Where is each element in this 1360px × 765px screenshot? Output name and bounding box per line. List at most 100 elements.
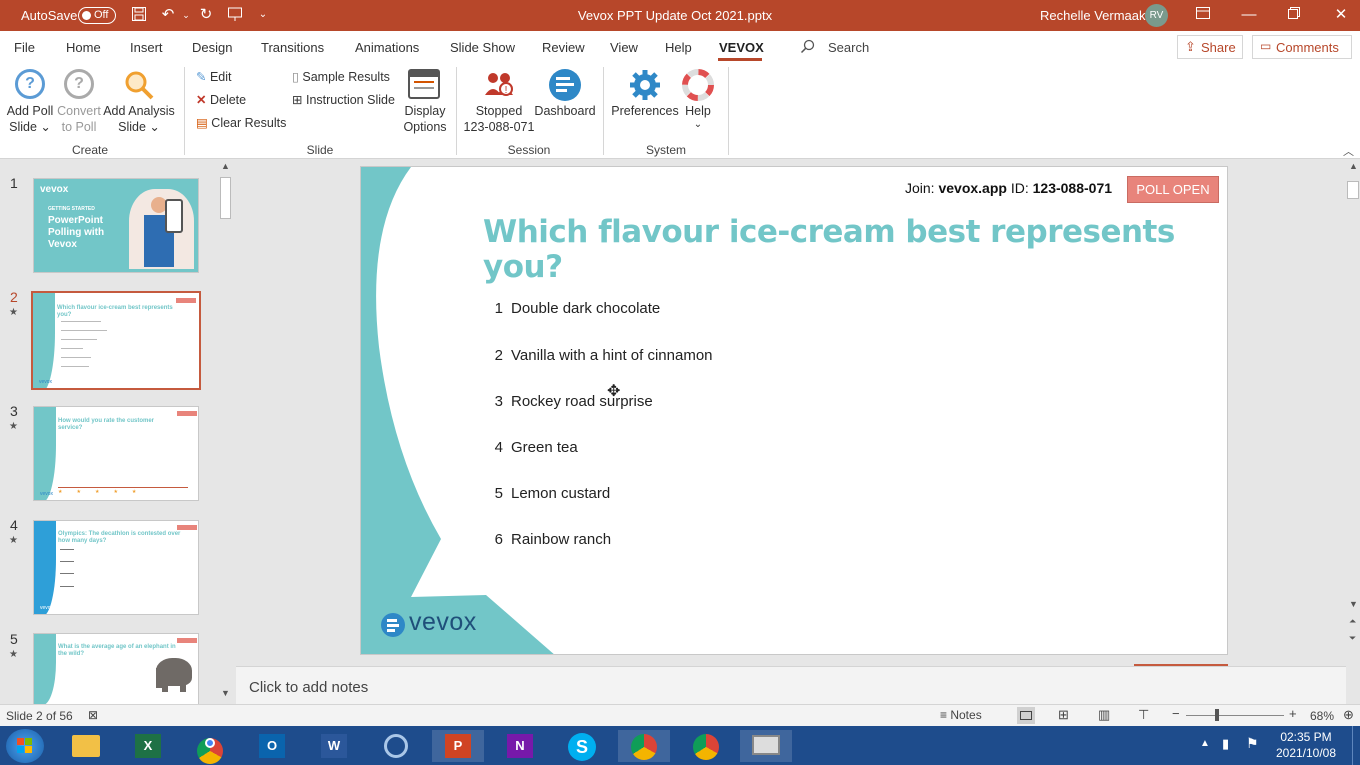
answer-text: Rockey road surprise xyxy=(511,393,653,410)
slide-thumbnail-2[interactable]: Which flavour ice-cream best represents … xyxy=(31,291,201,390)
help-button[interactable]: Help ⌄ xyxy=(678,67,718,139)
close-icon[interactable]: ✕ xyxy=(1332,6,1350,24)
delete-button[interactable]: ✕ Delete xyxy=(196,92,246,107)
slide-thumbnail-3[interactable]: How would you rate the customer service?… xyxy=(33,406,199,501)
scroll-up-icon[interactable]: ▲ xyxy=(1349,161,1358,171)
tab-review[interactable]: Review xyxy=(542,40,585,55)
search-icon[interactable] xyxy=(800,39,816,55)
reading-view-icon[interactable]: ▥ xyxy=(1098,707,1110,723)
vevox-logo-text: vevox xyxy=(409,608,477,636)
zoom-in-icon[interactable]: + xyxy=(1289,706,1297,721)
slide-thumbnail-1[interactable]: vevox GETTING STARTED PowerPoint Polling… xyxy=(33,178,199,273)
zoom-level[interactable]: 68% xyxy=(1310,709,1334,723)
tab-vevox[interactable]: VEVOX xyxy=(719,40,764,55)
start-button[interactable] xyxy=(6,729,44,763)
collapse-ribbon-icon[interactable]: ︿ xyxy=(1343,143,1354,159)
slide-thumbnail-5[interactable]: What is the average age of an elephant i… xyxy=(33,633,199,704)
excel-icon[interactable]: X xyxy=(122,730,174,762)
editor-scrollbar[interactable]: ▲ ▼ ⏶ ⏷ xyxy=(1346,161,1360,649)
minimize-icon[interactable]: — xyxy=(1240,6,1258,24)
show-hidden-icons[interactable]: ▲ xyxy=(1200,738,1210,749)
scrollbar-thumb[interactable] xyxy=(220,177,231,219)
search-box[interactable]: Search xyxy=(828,40,869,55)
avatar[interactable]: RV xyxy=(1145,4,1168,27)
accessibility-icon[interactable]: ⊠ xyxy=(88,708,98,722)
chrome-profile-icon[interactable] xyxy=(618,730,670,762)
word-icon[interactable]: W xyxy=(308,730,360,762)
display-options-button[interactable]: Display Options xyxy=(398,67,452,139)
convert-to-poll-button: ? Convert to Poll xyxy=(56,67,102,139)
slide-number: 1 xyxy=(10,175,18,191)
tab-insert[interactable]: Insert xyxy=(130,40,163,55)
outlook-icon[interactable]: O xyxy=(246,730,298,762)
add-poll-slide-button[interactable]: ? Add Poll Slide ⌄ xyxy=(4,67,56,139)
onenote-icon[interactable]: N xyxy=(494,730,546,762)
answer-text: Vanilla with a hint of cinnamon xyxy=(511,347,713,364)
ribbon-display-options-icon[interactable] xyxy=(1194,6,1212,24)
scroll-down-icon[interactable]: ▼ xyxy=(221,688,230,698)
slide-canvas[interactable]: Join: vevox.app ID: 123-088-071 POLL OPE… xyxy=(360,166,1228,655)
action-center-flag-icon[interactable]: ⚑ xyxy=(1246,735,1259,752)
title-bar: AutoSave Off ↶ ⌄ ↻ ⌄ Vevox PPT Update Oc… xyxy=(0,0,1360,31)
preferences-button[interactable]: Preferences xyxy=(610,67,680,139)
clear-results-button[interactable]: ▤ Clear Results xyxy=(196,115,286,130)
tab-design[interactable]: Design xyxy=(192,40,232,55)
powerpoint-icon[interactable]: P xyxy=(432,730,484,762)
display-options-icon xyxy=(408,69,440,99)
slideshow-view-icon[interactable]: ⊤ xyxy=(1138,707,1149,723)
skype-icon[interactable]: S xyxy=(556,730,608,762)
sample-results-button[interactable]: ▯ Sample Results xyxy=(292,69,390,84)
zoom-out-icon[interactable]: − xyxy=(1172,706,1180,721)
clock-time[interactable]: 02:35 PM xyxy=(1270,730,1342,744)
tab-transitions[interactable]: Transitions xyxy=(261,40,324,55)
share-button[interactable]: ⇪ Share xyxy=(1177,35,1243,59)
zoom-slider[interactable] xyxy=(1186,715,1284,716)
previous-slide-icon[interactable]: ⏶ xyxy=(1349,616,1356,627)
notes-pane[interactable]: Click to add notes xyxy=(236,666,1346,704)
scrollbar-thumb[interactable] xyxy=(1347,181,1359,199)
instruction-slide-button[interactable]: ⊞ Instruction Slide xyxy=(292,92,395,107)
answer-text: Green tea xyxy=(511,439,578,456)
thumb-logo: vevox xyxy=(39,379,53,385)
question-title: Which flavour ice-cream best represents … xyxy=(483,214,1175,285)
tab-view[interactable]: View xyxy=(610,40,638,55)
tab-file[interactable]: File xyxy=(14,40,35,55)
id-label: ID: xyxy=(1010,180,1029,196)
restore-icon[interactable] xyxy=(1285,6,1303,24)
normal-view-icon[interactable] xyxy=(1017,707,1035,724)
session-stopped-button[interactable]: ! Stopped 123-088-071 xyxy=(462,67,536,139)
slide-number: 2 xyxy=(10,289,18,305)
thumbnail-scrollbar[interactable]: ▲ ▼ xyxy=(218,161,233,702)
scroll-up-icon[interactable]: ▲ xyxy=(221,161,230,171)
slide-thumbnail-4[interactable]: Olympics: The decathlon is contested ove… xyxy=(33,520,199,615)
file-explorer-icon[interactable] xyxy=(60,730,112,762)
chrome-icon-2[interactable] xyxy=(680,730,732,762)
clock-date[interactable]: 2021/10/08 xyxy=(1270,746,1342,760)
notes-placeholder[interactable]: Click to add notes xyxy=(249,679,368,696)
comments-button[interactable]: ▭ Comments xyxy=(1252,35,1352,59)
comment-icon: ▭ xyxy=(1260,39,1272,53)
slide-sorter-icon[interactable]: ⊞ xyxy=(1058,707,1069,723)
tab-slide-show[interactable]: Slide Show xyxy=(450,40,515,55)
notes-toggle[interactable]: ≡ Notes xyxy=(940,708,982,722)
next-slide-icon[interactable]: ⏷ xyxy=(1349,633,1356,644)
show-desktop-button[interactable] xyxy=(1352,726,1360,765)
remote-desktop-icon[interactable] xyxy=(740,730,792,762)
group-separator xyxy=(728,67,729,155)
user-name[interactable]: Rechelle Vermaak xyxy=(1040,8,1146,23)
device-icon[interactable]: ▮ xyxy=(1222,736,1229,752)
dashboard-button[interactable]: Dashboard xyxy=(534,67,596,139)
add-analysis-slide-button[interactable]: Add Analysis Slide ⌄ xyxy=(102,67,176,139)
thumb-title: PowerPoint Polling with Vevox xyxy=(48,215,105,250)
scroll-down-icon[interactable]: ▼ xyxy=(1349,599,1358,609)
tab-home[interactable]: Home xyxy=(66,40,101,55)
edit-button[interactable]: ✎ Edit xyxy=(196,69,232,84)
chrome-icon[interactable] xyxy=(184,730,236,764)
fit-to-window-icon[interactable]: ⊕ xyxy=(1343,707,1354,723)
slide-number: 5 xyxy=(10,631,18,647)
tab-help[interactable]: Help xyxy=(665,40,692,55)
snipping-tool-icon[interactable] xyxy=(370,730,422,762)
tab-animations[interactable]: Animations xyxy=(355,40,419,55)
gear-icon xyxy=(629,69,661,101)
zoom-slider-thumb[interactable] xyxy=(1215,709,1219,721)
